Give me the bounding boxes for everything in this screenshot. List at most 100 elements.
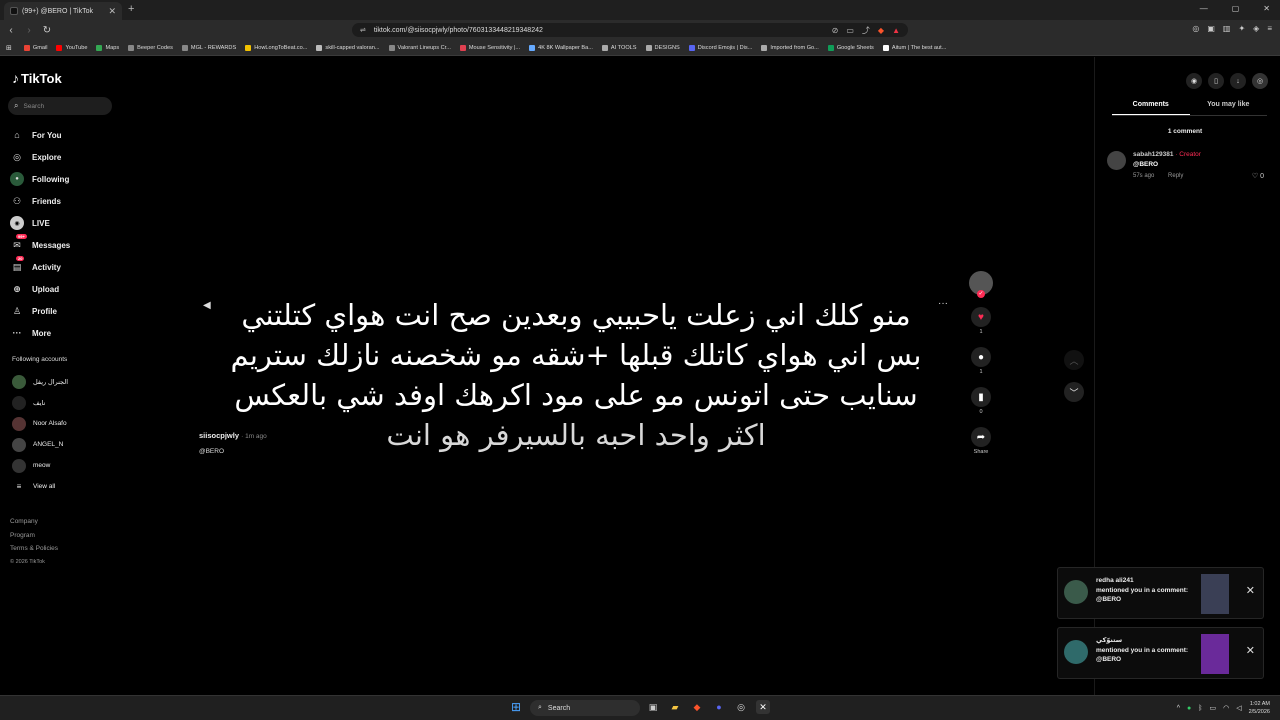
sidebar-item-upload[interactable]: ⊕ Upload [10, 278, 70, 300]
bookmark-item[interactable]: Beeper Codes [128, 44, 173, 51]
reload-icon[interactable]: ↻ [40, 25, 54, 36]
notification-thumbnail[interactable] [1201, 574, 1229, 614]
brave-shield-icon[interactable]: ◆ [878, 26, 884, 35]
sidebar-item-messages[interactable]: ✉ 99+ Messages [10, 234, 70, 256]
vpn-icon[interactable]: ◈ [1253, 24, 1259, 33]
sidebar-item-more[interactable]: ··· More [10, 322, 70, 344]
comment-like[interactable]: ♡ 0 [1252, 172, 1264, 180]
extensions-puzzle-icon[interactable]: ✦ [1238, 24, 1245, 33]
reply-button[interactable]: Reply [1168, 173, 1183, 179]
tray-app-icon[interactable]: ● [1187, 705, 1191, 712]
site-info-icon[interactable]: ⇌ [360, 26, 366, 34]
taskbar-search[interactable]: ⌕ Search [530, 700, 640, 716]
phone-icon[interactable]: ▯ [1208, 73, 1224, 89]
commenter-username[interactable]: sabah129381 [1133, 151, 1173, 158]
taskbar-clock[interactable]: 1:02 AM 2/5/2026 [1249, 700, 1270, 716]
following-account[interactable]: نايف [12, 392, 68, 413]
tab-comments[interactable]: Comments [1112, 99, 1190, 115]
chrome-icon[interactable]: ◎ [734, 700, 748, 714]
display-icon[interactable]: ▭ [1209, 704, 1216, 712]
forward-icon[interactable]: › [22, 25, 36, 36]
tray-chevron-icon[interactable]: ^ [1177, 705, 1180, 712]
sidebar-item-following[interactable]: ● Following [10, 168, 70, 190]
cast-icon[interactable]: ▭ [846, 26, 854, 35]
sidebar-item-activity[interactable]: ▤ 20 Activity [10, 256, 70, 278]
bookmark-item[interactable]: DESIGNS [645, 44, 680, 51]
windows-start-icon[interactable]: ⊞ [511, 701, 524, 714]
footer-link-company[interactable]: Company [10, 515, 58, 529]
footer-link-terms[interactable]: Terms & Policies [10, 542, 58, 556]
rewards-icon[interactable]: ▲ [892, 26, 900, 35]
following-account[interactable]: meow [12, 455, 68, 476]
bookmark-item[interactable]: AI TOOLS [601, 44, 637, 51]
close-tab-icon[interactable]: ✕ [108, 6, 116, 17]
sidebar-item-for-you[interactable]: ⌂ For You [10, 124, 70, 146]
follow-plus-icon[interactable]: ✓ [977, 290, 985, 298]
apps-grid-icon[interactable]: ⊞ [6, 44, 12, 52]
following-account[interactable]: Noor Alsafo [12, 413, 68, 434]
bookmark-item[interactable]: Imported from Go... [761, 44, 819, 51]
sidebar-item-profile[interactable]: ♙ Profile [10, 300, 70, 322]
bookmark-item[interactable]: Gmail [23, 44, 47, 51]
discord-icon[interactable]: ● [712, 700, 726, 714]
creator-avatar[interactable]: ✓ [969, 271, 993, 298]
brave-browser-icon[interactable]: ◆ [690, 700, 704, 714]
bookmark-item[interactable]: HowLongToBeat.co... [245, 44, 307, 51]
previous-post-button[interactable]: ︿ [1064, 350, 1084, 370]
commenter-avatar[interactable] [1107, 151, 1126, 170]
comment-button[interactable]: ● [971, 347, 991, 367]
following-account[interactable]: ANGEL_N [12, 434, 68, 455]
download-icon[interactable]: ↓ [1230, 73, 1246, 89]
bookmark-item[interactable]: MGL - REWARDS [181, 44, 236, 51]
url-field[interactable]: ⇌ tiktok.com/@siisocpjwly/photo/76031334… [352, 23, 908, 37]
notification-thumbnail[interactable] [1201, 634, 1229, 674]
sidebar-item-friends[interactable]: ⚇ Friends [10, 190, 70, 212]
mute-site-icon[interactable]: ⊘ [832, 26, 839, 35]
sidebar-item-explore[interactable]: ◎ Explore [10, 146, 70, 168]
file-explorer-icon[interactable]: ▰ [668, 700, 682, 714]
share-button[interactable]: ➦ [971, 427, 991, 447]
wifi-icon[interactable]: ◠ [1223, 704, 1229, 712]
sidebar-item-live[interactable]: ◉ LIVE [10, 212, 70, 234]
sidebar-icon[interactable]: ▥ [1223, 24, 1231, 33]
minimize-icon[interactable]: — [1200, 4, 1208, 13]
maximize-icon[interactable]: ▢ [1232, 4, 1240, 13]
bookmark-item[interactable]: 4K 8K Wallpaper Ba... [529, 44, 593, 51]
volume-icon[interactable]: ◀ [203, 300, 211, 311]
notification-toast[interactable]: redha ali241 mentioned you in a comment:… [1057, 567, 1264, 619]
bluetooth-icon[interactable]: ᛒ [1198, 705, 1202, 712]
bookmark-item[interactable]: skill-capped valoran... [316, 44, 380, 51]
bookmark-item[interactable]: Aitum | The best aut... [882, 44, 946, 51]
bookmark-item[interactable]: Discord Emojis | Dis... [688, 44, 752, 51]
speaker-icon[interactable]: ◁ [1236, 704, 1241, 712]
menu-icon[interactable]: ≡ [1267, 24, 1272, 33]
post-mention[interactable]: @BERO [199, 448, 224, 455]
view-all-link[interactable]: ≡ View all [12, 476, 68, 497]
post-author[interactable]: siisocpjwly · 1m ago [199, 431, 267, 440]
next-post-button[interactable]: ﹀ [1064, 382, 1084, 402]
bookmark-item[interactable]: Maps [96, 44, 119, 51]
search-input[interactable]: ⌕ Search [8, 97, 112, 115]
bookmark-item[interactable]: Mouse Sensitivity |... [459, 44, 520, 51]
more-options-icon[interactable]: ··· [938, 298, 948, 309]
bookmark-item[interactable]: Valorant Lineups Cr... [388, 44, 451, 51]
share-page-icon[interactable]: ⤴ [862, 25, 870, 36]
following-account[interactable]: الجنرال ريفل [12, 371, 68, 392]
browser-tab[interactable]: (99+) @BERO | TikTok ✕ [4, 2, 122, 20]
tab-you-may-like[interactable]: You may like [1190, 99, 1268, 115]
bookmark-item[interactable]: Google Sheets [827, 44, 874, 51]
close-window-icon[interactable]: ✕ [1263, 4, 1270, 13]
compass-small-icon[interactable]: ◉ [1186, 73, 1202, 89]
notification-toast[interactable]: ستنوّكي mentioned you in a comment: @BER… [1057, 627, 1264, 679]
wallet-icon[interactable]: ▣ [1207, 24, 1215, 33]
task-view-icon[interactable]: ▣ [646, 700, 660, 714]
account-icon[interactable]: ◎ [1252, 73, 1268, 89]
save-button[interactable]: ▮ [971, 387, 991, 407]
close-notification-icon[interactable]: ✕ [1246, 644, 1255, 657]
author-username[interactable]: siisocpjwly [199, 431, 239, 440]
extension-icon[interactable]: ◎ [1192, 24, 1199, 33]
like-button[interactable]: ♥ [971, 307, 991, 327]
commenter-name[interactable]: sabah129381 · Creator [1133, 151, 1201, 158]
back-icon[interactable]: ‹ [4, 25, 18, 36]
footer-link-program[interactable]: Program [10, 529, 58, 543]
